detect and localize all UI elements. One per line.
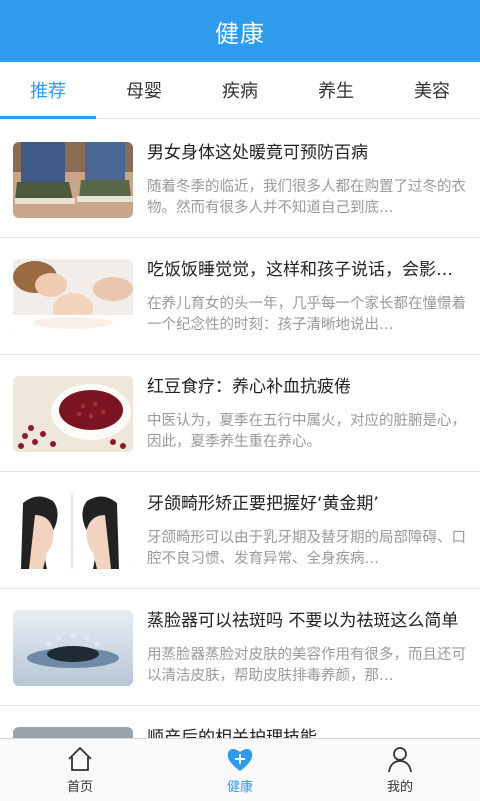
tab-home-label: 首页 (66, 780, 93, 795)
article-title: 红豆食疗：养心补血抗疲倦 (147, 377, 351, 397)
article-title: 男女身体这处暖竟可预防百病 (147, 143, 368, 163)
article-item[interactable]: 牙颌畸形矫正要把握好‘黄金期’ 牙颌畸形可以由于乳牙期及替牙期的局部障碍、口腔不… (0, 472, 480, 589)
tab-health[interactable]: 健康 (160, 739, 320, 801)
article-summary: 随着冬季的临近，我们很多人都在购置了过冬的衣物。然而有很多人并不知道自己到底… (147, 179, 466, 216)
article-item[interactable]: 顺产后的相关护理技能 (0, 706, 480, 738)
tab-label: 美容 (414, 81, 450, 102)
tab-home[interactable]: 首页 (0, 739, 160, 801)
user-icon (385, 744, 415, 774)
heart-plus-icon (225, 744, 255, 774)
tab-health-label: 健康 (226, 780, 253, 795)
tab-disease[interactable]: 疾病 (192, 62, 288, 118)
article-title: 蒸脸器可以祛斑吗 不要以为祛斑这么简单 (147, 611, 459, 631)
tab-label: 推荐 (30, 81, 66, 102)
sleeping-mother-baby-image (13, 259, 133, 335)
tab-mine[interactable]: 我的 (320, 739, 480, 801)
water-splash-image (13, 610, 133, 686)
article-item[interactable]: 红豆食疗：养心补血抗疲倦 中医认为，夏季在五行中属火，对应的脏腑是心，因此，夏季… (0, 355, 480, 472)
article-title: 牙颌畸形矫正要把握好‘黄金期’ (147, 494, 379, 514)
article-summary: 中医认为，夏季在五行中属火，对应的脏腑是心，因此，夏季养生重在养心。 (147, 413, 466, 450)
home-icon (65, 744, 95, 774)
tab-maternal-infant[interactable]: 母婴 (96, 62, 192, 118)
article-summary: 用蒸脸器蒸脸对皮肤的美容作用有很多，而且还可以清洁皮肤，帮助皮肤排毒养颜，那… (147, 647, 466, 684)
tab-recommend[interactable]: 推荐 (0, 62, 96, 119)
tab-beauty[interactable]: 美容 (384, 62, 480, 118)
app-header: 健康 (0, 0, 480, 62)
category-tabs: 推荐 母婴 疾病 养生 美容 (0, 62, 480, 119)
tab-wellness[interactable]: 养生 (288, 62, 384, 118)
tab-mine-label: 我的 (386, 780, 413, 795)
tab-label: 养生 (318, 81, 354, 102)
face-profile-image (13, 493, 133, 569)
article-item[interactable]: 男女身体这处暖竟可预防百病 随着冬季的临近，我们很多人都在购置了过冬的衣物。然而… (0, 121, 480, 238)
bottom-tab-bar: 首页 健康 我的 (0, 738, 480, 801)
partial-image (13, 727, 133, 738)
article-summary: 牙颌畸形可以由于乳牙期及替牙期的局部障碍、口腔不良习惯、发育异常、全身疾病… (147, 530, 466, 567)
feet-shoes-image (13, 142, 133, 218)
article-title: 吃饭饭睡觉觉，这样和孩子说话，会影响… (147, 260, 467, 280)
article-item[interactable]: 吃饭饭睡觉觉，这样和孩子说话，会影响… 在养儿育女的头一年，几乎每一个家长都在憧… (0, 238, 480, 355)
page-title: 健康 (215, 19, 265, 48)
article-title: 顺产后的相关护理技能 (147, 728, 317, 738)
tab-label: 疾病 (222, 81, 258, 102)
red-beans-image (13, 376, 133, 452)
article-item[interactable]: 蒸脸器可以祛斑吗 不要以为祛斑这么简单 用蒸脸器蒸脸对皮肤的美容作用有很多，而且… (0, 589, 480, 706)
article-list[interactable]: 男女身体这处暖竟可预防百病 随着冬季的临近，我们很多人都在购置了过冬的衣物。然而… (0, 121, 480, 738)
tab-label: 母婴 (126, 81, 162, 102)
article-summary: 在养儿育女的头一年，几乎每一个家长都在憧憬着一个纪念性的时刻：孩子清晰地说出… (147, 296, 466, 333)
